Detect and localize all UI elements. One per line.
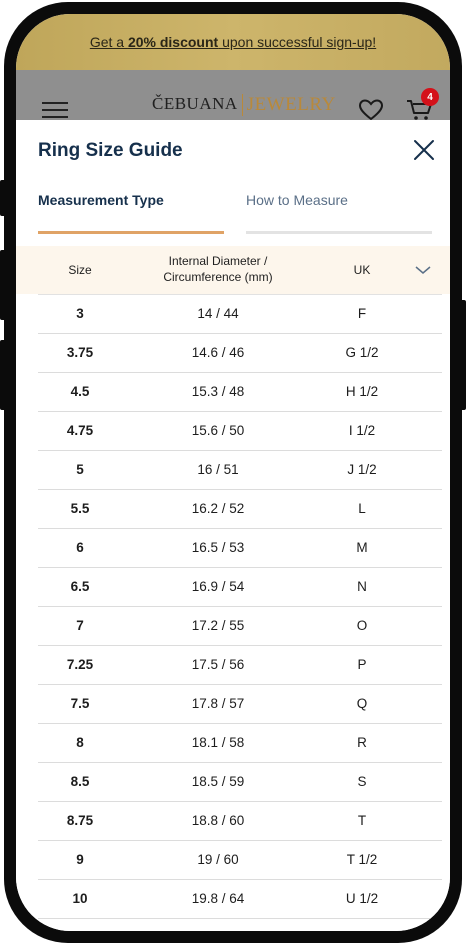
uk-size-cell: O (356, 618, 368, 633)
size-cell: 10 (72, 891, 88, 906)
uk-size-cell: T (357, 813, 367, 828)
diameter-cell: 18.5 / 59 (191, 774, 245, 789)
tab-how-to-measure[interactable]: How to Measure (246, 190, 432, 234)
diameter-cell: 16 / 51 (197, 462, 239, 477)
size-cell: 5.5 (70, 501, 90, 516)
size-cell: 3 (76, 306, 84, 321)
diameter-cell: 19 / 60 (197, 852, 239, 867)
column-header-size: Size (68, 263, 92, 277)
diameter-cell: 18.8 / 60 (191, 813, 245, 828)
size-cell: 7.5 (70, 696, 90, 711)
table-row: 7 17.2 / 55 O (38, 606, 442, 645)
uk-size-cell: F (357, 306, 367, 321)
table-row: 10 19.8 / 64 U 1/2 (38, 879, 442, 918)
heart-icon[interactable] (358, 98, 384, 122)
size-cell: 8.75 (66, 813, 94, 828)
column-header-diameter-line2: Circumference (mm) (163, 270, 273, 284)
phone-screen: Get a 20% discount upon successful sign-… (16, 14, 450, 931)
size-cell: 6 (76, 540, 84, 555)
size-table-body: 3 14 / 44 F 3.75 14.6 / 46 G 1/2 4.5 15.3 / 48 H… (38, 294, 442, 931)
chevron-down-icon[interactable] (414, 262, 432, 278)
uk-size-cell: I 1/2 (348, 423, 376, 438)
uk-size-cell: U 1/2 (345, 891, 379, 906)
diameter-cell: 14.6 / 46 (191, 345, 245, 360)
table-row: 8.5 18.5 / 59 S (38, 762, 442, 801)
table-row: 9 19 / 60 T 1/2 (38, 840, 442, 879)
uk-size-cell: G 1/2 (345, 345, 379, 360)
brand-logo[interactable]: ČEBUANA JEWELRY (152, 94, 336, 120)
size-cell: 8.5 (70, 774, 90, 789)
uk-size-cell: V 1/2 (314, 919, 410, 931)
uk-size-cell: R (357, 735, 367, 750)
table-row: 6.5 16.9 / 54 N (38, 567, 442, 606)
uk-size-cell: J 1/2 (347, 462, 377, 477)
column-header-diameter-line1: Internal Diameter / (168, 254, 268, 268)
table-row: 5 16 / 51 J 1/2 (38, 450, 442, 489)
uk-size-cell: L (358, 501, 366, 516)
modal-title: Ring Size Guide (38, 140, 183, 161)
uk-size-cell: T 1/2 (346, 852, 378, 867)
promo-text-before: Get a (89, 34, 128, 50)
table-row: 8.75 18.8 / 60 T (38, 801, 442, 840)
size-cell: 3.75 (66, 345, 94, 360)
size-cell: 5 (76, 462, 84, 477)
cart-count-badge: 4 (421, 88, 439, 106)
site-header: ČEBUANA JEWELRY (16, 70, 450, 122)
table-row: 3 14 / 44 F (38, 294, 442, 333)
size-cell: 7.25 (66, 657, 94, 672)
size-cell: 4.75 (66, 423, 94, 438)
promo-text-after: upon successful sign-up! (218, 34, 377, 50)
table-row: 5.5 16.2 / 52 L (38, 489, 442, 528)
uk-size-cell: M (356, 540, 368, 555)
diameter-cell: 20.4 / 64 (122, 919, 314, 931)
tab-measurement-type-label: Measurement Type (38, 192, 164, 208)
table-row: 4.75 15.6 / 50 I 1/2 (38, 411, 442, 450)
size-cell: 7 (76, 618, 84, 633)
promo-banner[interactable]: Get a 20% discount upon successful sign-… (16, 14, 450, 70)
diameter-cell: 17.2 / 55 (191, 618, 245, 633)
diameter-cell: 18.1 / 58 (191, 735, 245, 750)
size-cell: 8 (76, 735, 84, 750)
size-table-header: Size Internal Diameter / Circumference (… (16, 246, 450, 294)
uk-size-cell: S (357, 774, 367, 789)
logo-divider (241, 94, 243, 116)
table-row: 7.25 17.5 / 56 P (38, 645, 442, 684)
diameter-cell: 15.6 / 50 (191, 423, 245, 438)
diameter-cell: 17.8 / 57 (191, 696, 245, 711)
phone-frame: Get a 20% discount upon successful sign-… (4, 2, 462, 943)
uk-size-cell: N (357, 579, 367, 594)
diameter-cell: 17.5 / 56 (191, 657, 245, 672)
close-icon[interactable] (412, 138, 436, 162)
column-header-uk: UK (353, 263, 371, 277)
size-cell: 6.5 (70, 579, 90, 594)
diameter-cell: 16.5 / 53 (191, 540, 245, 555)
diameter-cell: 16.9 / 54 (191, 579, 245, 594)
diameter-cell: 14 / 44 (197, 306, 239, 321)
uk-size-cell: P (357, 657, 367, 672)
uk-size-cell: Q (356, 696, 368, 711)
table-row: 7.5 17.8 / 57 Q (38, 684, 442, 723)
table-row: 10.520.4 / 64V 1/2 (38, 918, 442, 931)
size-cell: 10.5 (38, 919, 122, 931)
table-row: 8 18.1 / 58 R (38, 723, 442, 762)
table-row: 3.75 14.6 / 46 G 1/2 (38, 333, 442, 372)
size-cell: 4.5 (70, 384, 90, 399)
tab-how-to-measure-label: How to Measure (246, 192, 348, 208)
size-cell: 9 (76, 852, 84, 867)
tab-measurement-type[interactable]: Measurement Type (38, 190, 224, 234)
diameter-cell: 19.8 / 64 (191, 891, 245, 906)
promo-text[interactable]: Get a 20% discount upon successful sign-… (90, 34, 376, 50)
logo-secondary: JEWELRY (246, 94, 336, 115)
promo-discount: 20% discount (127, 34, 219, 50)
menu-icon[interactable] (42, 102, 68, 118)
diameter-cell: 15.3 / 48 (191, 384, 245, 399)
ring-size-guide-modal: Ring Size Guide Measurement Type How to … (16, 120, 450, 931)
uk-size-cell: H 1/2 (345, 384, 379, 399)
column-header-diameter: Internal Diameter / Circumference (mm) (122, 253, 314, 285)
table-row: 6 16.5 / 53 M (38, 528, 442, 567)
diameter-cell: 16.2 / 52 (191, 501, 245, 516)
logo-primary: ČEBUANA (152, 94, 238, 113)
table-row: 4.5 15.3 / 48 H 1/2 (38, 372, 442, 411)
